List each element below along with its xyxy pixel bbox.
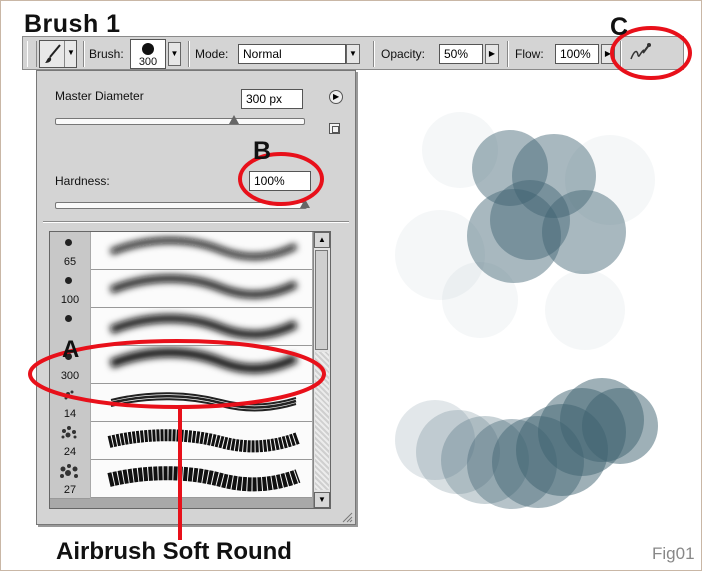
scroll-thumb[interactable] (315, 250, 328, 350)
brush-preset-panel: Master Diameter 300 px ▶ Hardness: 100% … (36, 70, 356, 525)
brush-preset-list: 65 100 300 14 24 27 ▲ ▼ (49, 231, 331, 509)
figure-title: Brush 1 (24, 10, 121, 38)
preset-thumb: 65 (50, 232, 90, 271)
master-diameter-field[interactable]: 300 px (241, 89, 303, 109)
preset-stroke-preview (91, 270, 312, 308)
figure-number: Fig01 (652, 544, 695, 563)
preset-row[interactable]: 24 (50, 422, 312, 461)
dry-brush-tip-icon (61, 426, 77, 439)
preset-stroke-preview (91, 422, 312, 460)
mode-value: Normal (238, 44, 346, 64)
preset-row-selected[interactable]: 300 (50, 346, 312, 385)
preset-row[interactable] (50, 308, 312, 347)
master-diameter-slider[interactable] (55, 118, 305, 125)
brush-preset-picker[interactable]: 300 ▼ (130, 39, 182, 69)
resize-grip-icon[interactable] (341, 511, 353, 523)
flow-field[interactable]: 100% (555, 44, 599, 64)
panel-menu-button[interactable]: ▶ (329, 90, 343, 104)
opacity-label: Opacity: (381, 47, 426, 61)
annotation-label-c: C (610, 13, 629, 41)
preset-row[interactable]: 14 (50, 384, 312, 423)
airbrush-toggle-icon (630, 43, 651, 60)
preset-size: 14 (63, 408, 77, 420)
options-bar: ▼ Brush: 300 ▼ Mode: Normal ▼ Opacity: 5… (22, 36, 684, 70)
opacity-field[interactable]: 50% (439, 44, 483, 64)
preset-size: 65 (63, 256, 77, 268)
master-diameter-label: Master Diameter (55, 89, 144, 103)
preset-thumb: 100 (50, 270, 90, 309)
hardness-label: Hardness: (55, 174, 110, 188)
panel-divider (43, 221, 349, 222)
hardness-slider-thumb[interactable] (300, 199, 310, 208)
preset-stroke-preview (91, 308, 312, 346)
scroll-down-button[interactable]: ▼ (314, 492, 330, 508)
annotation-label-b: B (253, 137, 272, 165)
toolbar-grip[interactable] (27, 41, 37, 67)
dry-brush-tip-icon (60, 464, 78, 478)
master-diameter-slider-thumb[interactable] (228, 115, 239, 124)
preset-thumb: 27 (50, 460, 90, 499)
canvas-brush-dabs (395, 112, 658, 509)
preset-stroke-preview (91, 232, 312, 270)
mode-label: Mode: (195, 47, 229, 61)
preset-thumb: 24 (50, 422, 90, 461)
brush-tool-icon (45, 44, 61, 63)
preset-stroke-preview (91, 384, 312, 422)
new-preset-icon (332, 126, 339, 133)
preset-row[interactable]: 100 (50, 270, 312, 309)
airbrush-toggle-button[interactable] (627, 41, 653, 65)
preset-list-scrollbar[interactable]: ▲ ▼ (313, 232, 330, 508)
flow-slider-arrow[interactable]: ▶ (601, 44, 615, 64)
brush-dropdown-arrow[interactable]: ▼ (168, 42, 181, 66)
preset-size: 24 (63, 446, 77, 458)
preset-thumb: 14 (50, 384, 90, 423)
panel-menu-arrow-icon: ▶ (333, 92, 340, 101)
hardness-field[interactable]: 100% (249, 171, 311, 191)
brush-size-readout: 300 (138, 56, 158, 68)
new-preset-button[interactable] (329, 123, 340, 134)
preset-row[interactable]: 27 (50, 460, 312, 499)
chevron-down-icon: ▼ (67, 48, 75, 57)
preset-size: 100 (60, 294, 80, 306)
opacity-slider-arrow[interactable]: ▶ (485, 44, 499, 64)
scroll-track-texture (315, 352, 329, 490)
caption: Airbrush Soft Round (56, 538, 292, 565)
brush-label: Brush: (89, 47, 124, 61)
preset-stroke-preview (91, 346, 312, 384)
preset-row[interactable]: 65 (50, 232, 312, 271)
preset-size: 300 (60, 370, 80, 382)
brush-tip-preview (142, 43, 154, 55)
mode-select[interactable]: Normal ▼ (238, 44, 362, 64)
preset-stroke-preview (91, 460, 312, 498)
mode-dropdown-arrow[interactable]: ▼ (346, 44, 360, 64)
tool-preset-picker[interactable]: ▼ (39, 40, 77, 68)
preset-size: 27 (63, 484, 77, 496)
annotation-label-a: A (62, 336, 80, 363)
hardness-slider[interactable] (55, 202, 307, 209)
spatter-tip-icon (64, 390, 74, 400)
scroll-up-button[interactable]: ▲ (314, 232, 330, 248)
flow-label: Flow: (515, 47, 544, 61)
